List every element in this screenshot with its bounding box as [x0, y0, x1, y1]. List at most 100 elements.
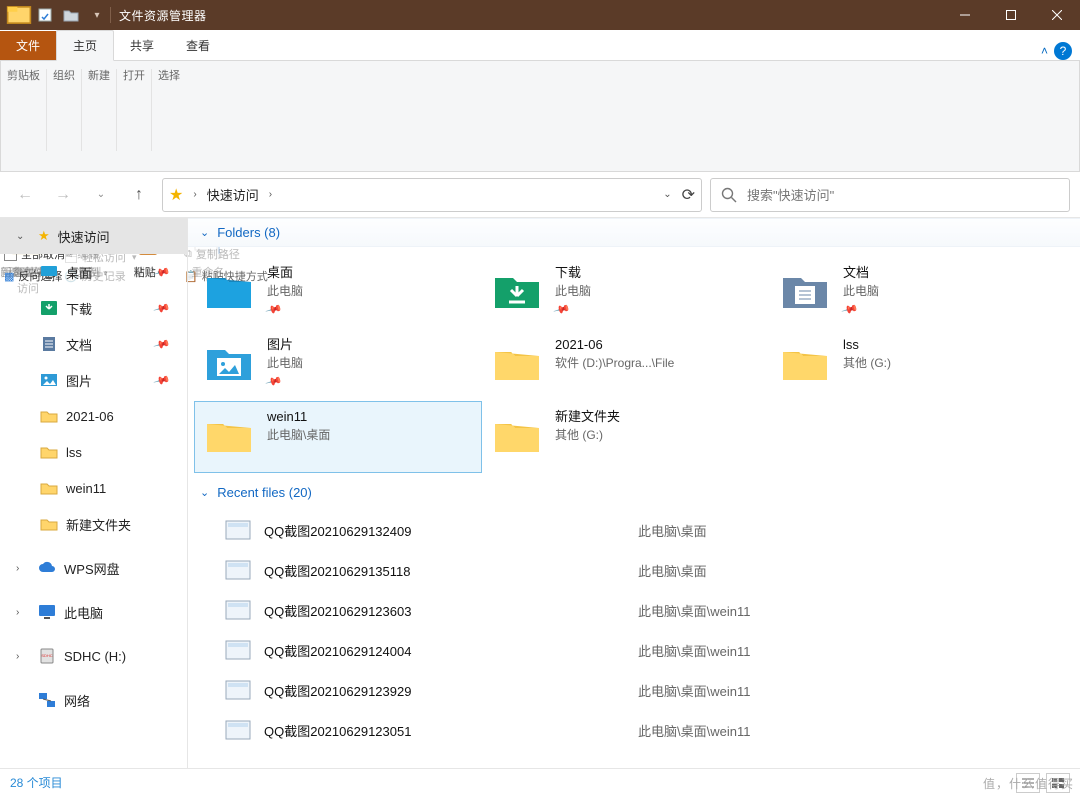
file-row[interactable]: QQ截图20210629135118 此电脑\桌面: [188, 550, 1080, 590]
pin-icon: 📌: [153, 371, 171, 389]
folder-tile[interactable]: 下载 此电脑 📌: [482, 257, 770, 329]
folder-icon: [40, 443, 58, 461]
folder-icon: [203, 264, 255, 316]
group-label-clipboard: 剪贴板: [7, 65, 40, 87]
tab-home[interactable]: 主页: [56, 30, 114, 61]
file-row[interactable]: QQ截图20210629123051 此电脑\桌面\wein11: [188, 710, 1080, 750]
folder-icon: [491, 408, 543, 460]
sidebar-item[interactable]: lss: [0, 434, 187, 470]
sidebar-label: SDHC (H:): [64, 649, 126, 664]
sidebar-item-label: 桌面: [66, 263, 92, 282]
sidebar-item-label: wein11: [66, 481, 106, 496]
sidebar-item[interactable]: 下载📌: [0, 290, 187, 326]
sidebar-item[interactable]: 图片📌: [0, 362, 187, 398]
file-path: 此电脑\桌面: [638, 561, 707, 580]
folder-icon: [40, 371, 58, 389]
sidebar-item-this-pc[interactable]: › 此电脑: [0, 594, 187, 630]
large-icons-view-button[interactable]: [1046, 773, 1070, 793]
file-row[interactable]: QQ截图20210629124004 此电脑\桌面\wein11: [188, 630, 1080, 670]
folder-tile[interactable]: 桌面 此电脑 📌: [194, 257, 482, 329]
status-bar: 28 个项目: [0, 768, 1080, 796]
folder-location: 此电脑: [555, 282, 591, 300]
sidebar-item[interactable]: 文档📌: [0, 326, 187, 362]
refresh-button[interactable]: ⟳: [682, 185, 695, 205]
file-thumb-icon: [218, 600, 258, 620]
folder-name: 新建文件夹: [555, 408, 620, 426]
ribbon: 固定到快速访问 复制 粘贴▾ ✂剪切 ⧉复制路径 📋粘贴快捷方式 剪贴板 移动到…: [0, 60, 1080, 172]
status-item-count: 28 个项目: [10, 774, 63, 791]
folder-tile[interactable]: 文档 此电脑 📌: [770, 257, 1058, 329]
chevron-right-icon: ›: [16, 607, 30, 618]
monitor-icon: [38, 603, 56, 621]
file-row[interactable]: QQ截图20210629132409 此电脑\桌面: [188, 510, 1080, 550]
file-name: QQ截图20210629123603: [258, 601, 638, 620]
nav-bar: ← → ⌄ ↑ ★ › 快速访问 › ⌄ ⟳ 搜索"快速访问": [0, 172, 1080, 218]
minimize-button[interactable]: [942, 0, 988, 30]
pin-icon: 📌: [153, 263, 171, 281]
folder-name: 2021-06: [555, 336, 674, 354]
sidebar-item-label: lss: [66, 445, 82, 460]
folder-tile[interactable]: wein11 此电脑\桌面: [194, 401, 482, 473]
file-row[interactable]: QQ截图20210629123603 此电脑\桌面\wein11: [188, 590, 1080, 630]
network-icon: [38, 691, 56, 709]
folder-icon: [40, 299, 58, 317]
content-pane: ⌄ Folders (8) 桌面 此电脑 📌 下载 此电脑 📌 文档 此电脑 📌…: [188, 218, 1080, 768]
sidebar-item[interactable]: 2021-06: [0, 398, 187, 434]
forward-button[interactable]: →: [48, 180, 78, 210]
group-header-folders[interactable]: ⌄ Folders (8): [188, 218, 1080, 247]
sidebar-item-sdhc[interactable]: › SDHC SDHC (H:): [0, 638, 187, 674]
collapse-ribbon-icon[interactable]: ˄: [1041, 44, 1048, 58]
group-label-new: 新建: [88, 65, 110, 87]
file-thumb-icon: [218, 560, 258, 580]
group-label-open: 打开: [123, 65, 145, 87]
recent-locations-button[interactable]: ⌄: [86, 180, 116, 210]
file-name: QQ截图20210629124004: [258, 641, 638, 660]
folder-tile[interactable]: 2021-06 软件 (D:)\Progra...\File: [482, 329, 770, 401]
folder-tile[interactable]: 新建文件夹 其他 (G:): [482, 401, 770, 473]
group-label-select: 选择: [158, 65, 180, 87]
address-dropdown-icon[interactable]: ⌄: [659, 189, 675, 200]
sidebar-item-wps[interactable]: › WPS网盘: [0, 550, 187, 586]
folder-name: lss: [843, 336, 891, 354]
sidebar-item-network[interactable]: 网络: [0, 682, 187, 718]
folder-tile[interactable]: 图片 此电脑 📌: [194, 329, 482, 401]
address-bar[interactable]: ★ › 快速访问 › ⌄ ⟳: [162, 178, 702, 212]
sidebar-item[interactable]: wein11: [0, 470, 187, 506]
svg-text:SDHC: SDHC: [41, 653, 52, 658]
file-name: QQ截图20210629135118: [258, 561, 638, 580]
qat-properties-icon[interactable]: [32, 0, 58, 30]
back-button[interactable]: ←: [10, 180, 40, 210]
crumb-caret-icon[interactable]: ›: [265, 189, 276, 200]
breadcrumb[interactable]: 快速访问: [207, 185, 259, 204]
search-placeholder: 搜索"快速访问": [747, 185, 834, 204]
file-thumb-icon: [218, 720, 258, 740]
folder-name: 图片: [267, 336, 303, 354]
qat-customize-icon[interactable]: ▾: [84, 0, 110, 30]
file-thumb-icon: [218, 680, 258, 700]
close-button[interactable]: [1034, 0, 1080, 30]
file-path: 此电脑\桌面\wein11: [638, 721, 750, 740]
up-button[interactable]: ↑: [124, 180, 154, 210]
tab-file[interactable]: 文件: [0, 31, 56, 60]
details-view-button[interactable]: [1016, 773, 1040, 793]
sidebar-item[interactable]: 新建文件夹: [0, 506, 187, 542]
pin-icon: 📌: [263, 371, 284, 393]
group-header-recent[interactable]: ⌄ Recent files (20): [188, 479, 1080, 506]
group-label: Recent files (20): [217, 485, 312, 500]
sidebar-item-quick-access[interactable]: ⌄ ★ 快速访问: [0, 218, 187, 254]
folder-icon: [779, 336, 831, 388]
help-button[interactable]: ?: [1054, 42, 1072, 60]
tab-view[interactable]: 查看: [170, 31, 226, 60]
file-row[interactable]: QQ截图20210629123929 此电脑\桌面\wein11: [188, 670, 1080, 710]
crumb-caret-icon[interactable]: ›: [189, 189, 200, 200]
search-input[interactable]: 搜索"快速访问": [710, 178, 1070, 212]
sidebar-item[interactable]: 桌面 📌: [0, 254, 187, 290]
app-icon: [6, 0, 32, 30]
maximize-button[interactable]: [988, 0, 1034, 30]
pin-icon: 📌: [263, 299, 284, 321]
tab-share[interactable]: 共享: [114, 31, 170, 60]
sidebar-label: 此电脑: [64, 603, 103, 622]
qat-newfolder-icon[interactable]: [58, 0, 84, 30]
folder-tile[interactable]: lss 其他 (G:): [770, 329, 1058, 401]
cloud-icon: [38, 559, 56, 577]
